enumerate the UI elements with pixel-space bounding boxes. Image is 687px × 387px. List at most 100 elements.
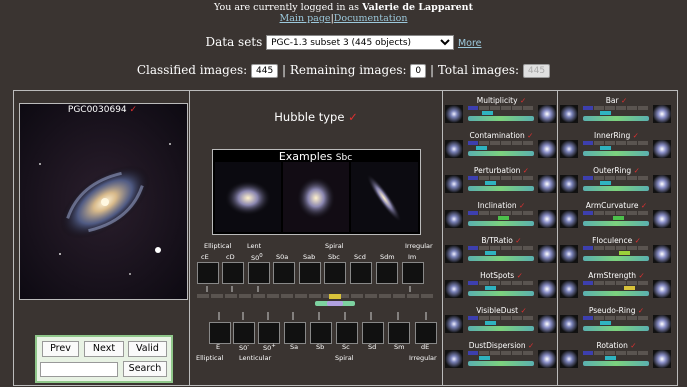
attribute-low-icon[interactable] [445,280,463,298]
type-thumbnail[interactable] [233,322,255,344]
type-thumbnail[interactable] [388,322,410,344]
attribute-high-icon[interactable] [653,280,671,298]
attribute-low-icon[interactable] [560,280,578,298]
attribute-low-icon[interactable] [445,210,463,228]
type-thumbnail[interactable] [336,322,358,344]
attribute-multiplicity: Multiplicity ✓ [444,96,559,130]
check-icon: ✓ [638,271,645,280]
galaxy-image [19,103,188,300]
check-icon: ✓ [519,96,527,105]
type-thumbnail[interactable] [310,322,332,344]
attribute-slider[interactable] [583,351,649,367]
attribute-low-icon[interactable] [445,140,463,158]
attribute-low-icon[interactable] [560,175,578,193]
type-label-e: E [216,343,221,351]
examples-label: Examples [278,150,333,163]
attribute-low-icon[interactable] [560,315,578,333]
attribute-low-icon[interactable] [560,140,578,158]
attribute-high-icon[interactable] [653,140,671,158]
prev-button[interactable]: Prev [42,341,79,357]
attribute-high-icon[interactable] [538,245,556,263]
attribute-low-icon[interactable] [445,105,463,123]
type-label-s0-plus: S0+ [263,343,276,353]
type-thumbnail[interactable] [402,262,424,284]
attribute-label-row: InnerRing ✓ [559,131,674,140]
attribute-high-icon[interactable] [653,210,671,228]
attribute-high-icon[interactable] [538,315,556,333]
attribute-low-icon[interactable] [445,315,463,333]
group-label: Irregular [405,242,433,250]
attribute-high-icon[interactable] [538,350,556,368]
type-thumbnail[interactable] [350,262,372,284]
attribute-low-icon[interactable] [445,175,463,193]
column-divider [189,90,190,386]
type-thumbnail[interactable] [324,262,346,284]
attribute-high-icon[interactable] [538,280,556,298]
attribute-slider[interactable] [583,246,649,262]
attribute-slider[interactable] [468,351,534,367]
type-thumbnail[interactable] [376,262,398,284]
attribute-high-icon[interactable] [538,175,556,193]
documentation-link[interactable]: Documentation [334,13,408,24]
type-thumbnail[interactable] [222,262,244,284]
attribute-low-icon[interactable] [560,210,578,228]
valid-button[interactable]: Valid [128,341,167,357]
remaining-count: 0 [410,63,427,78]
attribute-high-icon[interactable] [538,140,556,158]
type-thumbnail[interactable] [258,322,280,344]
attribute-label-row: Contamination ✓ [444,131,559,140]
type-thumbnail[interactable] [299,262,321,284]
galaxy-name: PGC0030694 [67,105,127,115]
attribute-slider[interactable] [583,211,649,227]
attribute-low-icon[interactable] [560,105,578,123]
attribute-slider[interactable] [468,106,534,122]
check-icon: ✓ [633,166,640,175]
group-label: Spiral [335,354,354,362]
attribute-high-icon[interactable] [653,350,671,368]
attribute-slider[interactable] [583,176,649,192]
search-input[interactable] [40,362,118,377]
type-label-scd: Scd [354,253,366,261]
attribute-label: Perturbation [473,166,521,175]
group-label: Lent [247,242,262,250]
attribute-slider[interactable] [468,211,534,227]
type-thumbnail[interactable] [284,322,306,344]
type-thumbnail[interactable] [415,322,437,344]
attribute-high-icon[interactable] [653,175,671,193]
attribute-slider[interactable] [468,141,534,157]
attribute-low-icon[interactable] [560,245,578,263]
attribute-low-icon[interactable] [560,350,578,368]
attribute-high-icon[interactable] [653,105,671,123]
type-thumbnail[interactable] [273,262,295,284]
type-thumbnail[interactable] [248,262,270,284]
hubble-slider-track[interactable] [193,286,441,310]
type-thumbnail[interactable] [209,322,231,344]
attribute-low-icon[interactable] [445,245,463,263]
attribute-slider[interactable] [468,316,534,332]
attribute-slider[interactable] [468,246,534,262]
more-link[interactable]: More [458,38,482,49]
attribute-label-row: HotSpots ✓ [444,271,559,280]
search-button[interactable]: Search [123,361,167,377]
attribute-high-icon[interactable] [653,245,671,263]
dataset-select[interactable]: PGC-1.3 subset 3 (445 objects) [266,35,455,50]
attribute-slider[interactable] [583,281,649,297]
galaxy-picture [20,104,187,299]
next-button[interactable]: Next [84,341,124,357]
attribute-high-icon[interactable] [538,210,556,228]
attribute-hotspots: HotSpots ✓ [444,271,559,305]
type-thumbnail[interactable] [197,262,219,284]
main-page-link[interactable]: Main page [280,13,331,24]
attribute-label: HotSpots [480,271,515,280]
attribute-slider[interactable] [583,106,649,122]
attribute-slider[interactable] [583,316,649,332]
attribute-slider[interactable] [468,176,534,192]
attribute-high-icon[interactable] [538,105,556,123]
type-label-sab: Sab [303,253,316,261]
attribute-label: Multiplicity [476,96,518,105]
attribute-low-icon[interactable] [445,350,463,368]
attribute-slider[interactable] [583,141,649,157]
attribute-slider[interactable] [468,281,534,297]
attribute-high-icon[interactable] [653,315,671,333]
type-thumbnail[interactable] [362,322,384,344]
